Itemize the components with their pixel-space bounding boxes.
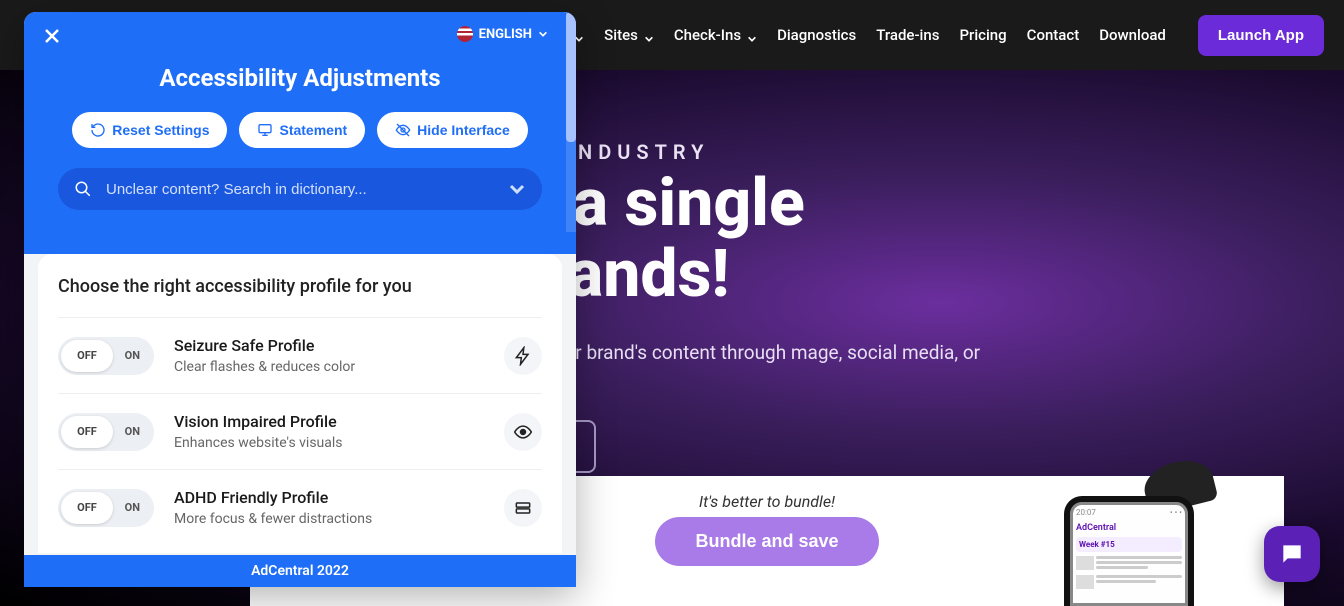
nav-label: Download <box>1099 26 1166 44</box>
bundle-label: It's better to bundle! <box>699 492 835 511</box>
launch-app-button[interactable]: Launch App <box>1198 15 1324 56</box>
nav-label: Sites <box>604 26 638 44</box>
profile-name: Seizure Safe Profile <box>174 336 484 355</box>
box-icon <box>504 489 542 527</box>
nav-tradeins[interactable]: Trade-ins <box>876 26 939 44</box>
profile-name: Vision Impaired Profile <box>174 412 484 431</box>
toggle-on-label: ON <box>125 425 140 438</box>
nav-checkins[interactable]: Check-Ins <box>674 26 757 44</box>
toggle-off-label: OFF <box>61 492 113 524</box>
button-label: Statement <box>279 122 347 138</box>
nav-pricing[interactable]: Pricing <box>959 26 1006 44</box>
toggle-off-label: OFF <box>61 416 113 448</box>
dictionary-search[interactable] <box>58 168 542 210</box>
nav-label: Trade-ins <box>876 26 939 44</box>
eye-off-icon <box>395 122 411 138</box>
profile-name: ADHD Friendly Profile <box>174 488 484 507</box>
nav-label: Check-Ins <box>674 26 741 44</box>
button-label: Hide Interface <box>417 122 510 138</box>
phone-mockup: 20:07• • • AdCentral Week #15 <box>1064 496 1194 606</box>
chevron-down-icon <box>644 30 654 40</box>
toggle-on-label: ON <box>125 501 140 514</box>
accessibility-panel: ENGLISH Accessibility Adjustments Reset … <box>24 12 576 587</box>
toggle-seizure-safe[interactable]: OFF ON <box>58 337 154 375</box>
language-label: ENGLISH <box>479 27 532 42</box>
nav-contact[interactable]: Contact <box>1027 26 1080 44</box>
card-title: Choose the right accessibility profile f… <box>58 276 542 297</box>
hide-interface-button[interactable]: Hide Interface <box>377 112 528 148</box>
nav-label: Diagnostics <box>777 26 856 44</box>
a11y-body[interactable]: Choose the right accessibility profile f… <box>24 254 576 555</box>
chevron-down-icon <box>747 30 757 40</box>
profile-vision-impaired: OFF ON Vision Impaired Profile Enhances … <box>58 393 542 469</box>
nav-download[interactable]: Download <box>1099 26 1166 44</box>
phone-brand: AdCentral <box>1076 523 1182 533</box>
bolt-icon <box>504 337 542 375</box>
chat-widget-button[interactable] <box>1264 526 1320 582</box>
chevron-down-icon <box>538 29 548 39</box>
reset-icon <box>90 122 106 138</box>
close-icon <box>42 26 62 46</box>
a11y-header: ENGLISH Accessibility Adjustments Reset … <box>24 12 576 254</box>
panel-scrollbar[interactable] <box>566 12 576 232</box>
toggle-adhd-friendly[interactable]: OFF ON <box>58 489 154 527</box>
toggle-vision-impaired[interactable]: OFF ON <box>58 413 154 451</box>
toggle-off-label: OFF <box>61 340 113 372</box>
close-button[interactable] <box>42 26 62 46</box>
bundle-save-button[interactable]: Bundle and save <box>655 517 878 566</box>
flag-us-icon <box>457 26 473 42</box>
statement-button[interactable]: Statement <box>239 112 365 148</box>
profile-card: Choose the right accessibility profile f… <box>38 254 562 553</box>
nav-label: Pricing <box>959 26 1006 44</box>
profile-seizure-safe: OFF ON Seizure Safe Profile Clear flashe… <box>58 317 542 393</box>
button-label: Reset Settings <box>112 122 209 138</box>
eye-icon <box>504 413 542 451</box>
search-icon <box>74 180 92 198</box>
a11y-footer: AdCentral 2022 <box>24 555 576 587</box>
phone-week: Week #15 <box>1076 537 1182 552</box>
monitor-icon <box>257 122 273 138</box>
chevron-down-icon <box>508 180 526 198</box>
nav-items: Sites Check-Ins Diagnostics Trade-ins Pr… <box>574 15 1324 56</box>
toggle-on-label: ON <box>125 349 140 362</box>
nav-sites[interactable]: Sites <box>604 26 654 44</box>
chat-icon <box>1279 541 1305 567</box>
profile-adhd-friendly: OFF ON ADHD Friendly Profile More focus … <box>58 469 542 545</box>
profile-desc: Clear flashes & reduces color <box>174 359 484 375</box>
a11y-title: Accessibility Adjustments <box>42 64 558 92</box>
nav-diagnostics[interactable]: Diagnostics <box>777 26 856 44</box>
search-input[interactable] <box>106 181 508 198</box>
reset-settings-button[interactable]: Reset Settings <box>72 112 227 148</box>
profile-desc: More focus & fewer distractions <box>174 511 484 527</box>
profile-desc: Enhances website's visuals <box>174 435 484 451</box>
language-selector[interactable]: ENGLISH <box>457 26 548 42</box>
nav-label: Contact <box>1027 26 1080 44</box>
